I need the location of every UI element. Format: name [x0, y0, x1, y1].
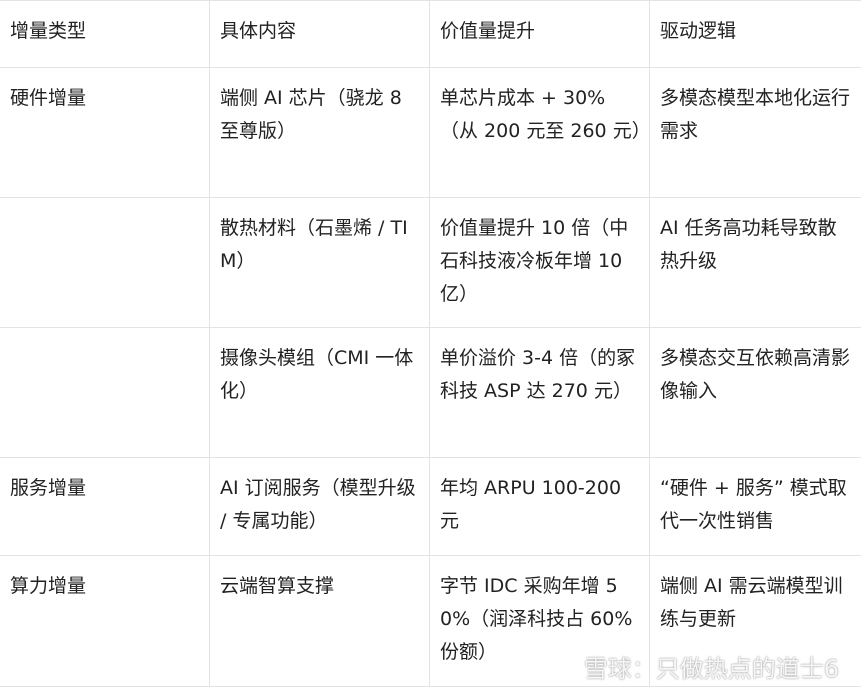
header-value: 价值量提升 — [429, 0, 650, 68]
cell-content: AI 订阅服务（模型升级 / 专属功能） — [209, 457, 430, 556]
header-logic: 驱动逻辑 — [649, 0, 861, 68]
cell-logic: AI 任务高功耗导致散热升级 — [649, 197, 861, 328]
cell-type: 硬件增量 — [0, 67, 210, 198]
cell-value: 价值量提升 10 倍（中石科技液冷板年增 10 亿） — [429, 197, 650, 328]
snowball-logo-icon — [540, 652, 578, 682]
table-row: 散热材料（石墨烯 / TIM） 价值量提升 10 倍（中石科技液冷板年增 10 … — [0, 197, 861, 328]
cell-logic: 多模态交互依赖高清影像输入 — [649, 327, 861, 458]
cell-content: 云端智算支撑 — [209, 555, 430, 687]
cell-content: 端侧 AI 芯片（骁龙 8 至尊版） — [209, 67, 430, 198]
header-type: 增量类型 — [0, 0, 210, 68]
table-row: 摄像头模组（CMI 一体化） 单价溢价 3-4 倍（的冢科技 ASP 达 270… — [0, 327, 861, 458]
cell-content: 摄像头模组（CMI 一体化） — [209, 327, 430, 458]
cell-logic: 多模态模型本地化运行需求 — [649, 67, 861, 198]
cell-content: 散热材料（石墨烯 / TIM） — [209, 197, 430, 328]
cell-type — [0, 327, 210, 458]
header-content: 具体内容 — [209, 0, 430, 68]
cell-type: 服务增量 — [0, 457, 210, 556]
table-header-row: 增量类型 具体内容 价值量提升 驱动逻辑 — [0, 0, 861, 68]
data-table: 增量类型 具体内容 价值量提升 驱动逻辑 硬件增量 端侧 AI 芯片（骁龙 8 … — [0, 0, 861, 687]
cell-value: 单价溢价 3-4 倍（的冢科技 ASP 达 270 元） — [429, 327, 650, 458]
cell-value: 年均 ARPU 100-200 元 — [429, 457, 650, 556]
watermark: 雪球：只做热点的道士6 — [540, 649, 839, 684]
cell-type — [0, 197, 210, 328]
cell-logic: “硬件 + 服务” 模式取代一次性销售 — [649, 457, 861, 556]
cell-type: 算力增量 — [0, 555, 210, 687]
cell-value: 单芯片成本 + 30%（从 200 元至 260 元） — [429, 67, 651, 198]
watermark-text: 雪球：只做热点的道士6 — [583, 655, 839, 683]
table-row: 服务增量 AI 订阅服务（模型升级 / 专属功能） 年均 ARPU 100-20… — [0, 457, 861, 556]
table-row: 硬件增量 端侧 AI 芯片（骁龙 8 至尊版） 单芯片成本 + 30%（从 20… — [0, 67, 861, 198]
